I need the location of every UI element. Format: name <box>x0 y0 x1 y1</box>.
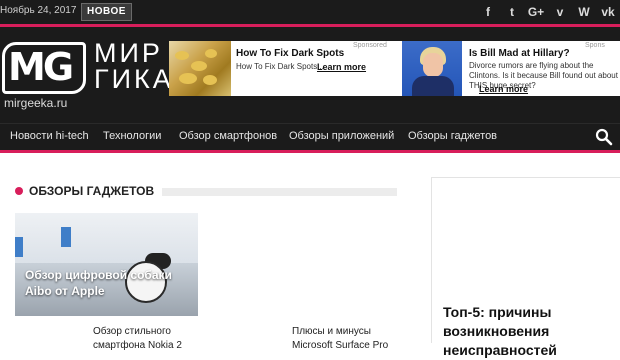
search-icon[interactable] <box>595 128 613 146</box>
ad1-headline[interactable]: How To Fix Dark Spots <box>236 48 344 59</box>
site-logo[interactable]: MG МИР ГИКА mirgeeka.ru <box>0 38 171 110</box>
post-title-1[interactable]: Обзор стильного смартфона Nokia 2 <box>93 325 213 353</box>
nav-item-smartphone-reviews[interactable]: Обзор смартфонов <box>179 130 277 142</box>
logo-mark: MG <box>8 45 74 89</box>
logo-domain: mirgeeka.ru <box>4 96 68 110</box>
vk-icon[interactable]: vk <box>596 5 620 19</box>
sponsored-label: Sponsored <box>353 42 387 49</box>
ad1-learn-more-link[interactable]: Learn more <box>317 62 366 72</box>
site-header: MG МИР ГИКА mirgeeka.ru Sponsored Spons … <box>0 27 620 123</box>
sidebar-post-title[interactable]: Топ-5: причины возникновения неисправнос… <box>443 303 613 360</box>
ad1-image[interactable] <box>169 41 231 96</box>
ad2-learn-more-link[interactable]: Learn more <box>479 84 528 94</box>
facebook-icon[interactable]: f <box>476 5 500 19</box>
nav-item-app-reviews[interactable]: Обзоры приложений <box>289 130 394 142</box>
twitter-icon[interactable]: t <box>500 5 524 19</box>
google-plus-icon[interactable]: G+ <box>524 5 548 19</box>
featured-post-card[interactable]: Обзор цифровой собаки Aibo от Apple <box>15 213 198 316</box>
main-content: ОБЗОРЫ ГАДЖЕТОВ Обзор цифровой собаки Ai… <box>0 153 620 358</box>
nav-item-hi-tech-news[interactable]: Новости hi-tech <box>10 130 89 142</box>
nav-item-gadget-reviews[interactable]: Обзоры гаджетов <box>408 130 497 142</box>
main-navigation: Новости hi-tech Технологии Обзор смартфо… <box>0 123 620 150</box>
section-title: ОБЗОРЫ ГАДЖЕТОВ <box>15 184 163 198</box>
ad2-headline[interactable]: Is Bill Mad at Hillary? <box>469 48 570 59</box>
sponsored-label-right: Spons <box>585 42 605 49</box>
new-badge[interactable]: НОВОЕ <box>81 3 132 21</box>
section-title-text[interactable]: ОБЗОРЫ ГАДЖЕТОВ <box>29 184 154 198</box>
nav-item-technology[interactable]: Технологии <box>103 130 161 142</box>
post-title-2[interactable]: Плюсы и минусы Microsoft Surface Pro <box>292 325 402 353</box>
logo-title-line2: ГИКА <box>94 64 174 94</box>
social-links: f t G+ v W vk <box>476 0 620 24</box>
featured-post-title[interactable]: Обзор цифровой собаки Aibo от Apple <box>25 267 195 299</box>
ad1-description: How To Fix Dark Spots... <box>236 62 324 71</box>
wordpress-icon[interactable]: W <box>572 5 596 19</box>
current-date: Ноябрь 24, 2017 <box>0 5 77 16</box>
vimeo-icon[interactable]: v <box>548 5 572 19</box>
top-bar: Ноябрь 24, 2017 НОВОЕ f t G+ v W vk <box>0 0 620 24</box>
ad2-image[interactable] <box>402 41 462 96</box>
sponsored-ad-banner[interactable]: Sponsored Spons How To Fix Dark Spots Ho… <box>169 41 620 96</box>
section-bullet-icon <box>15 187 23 195</box>
